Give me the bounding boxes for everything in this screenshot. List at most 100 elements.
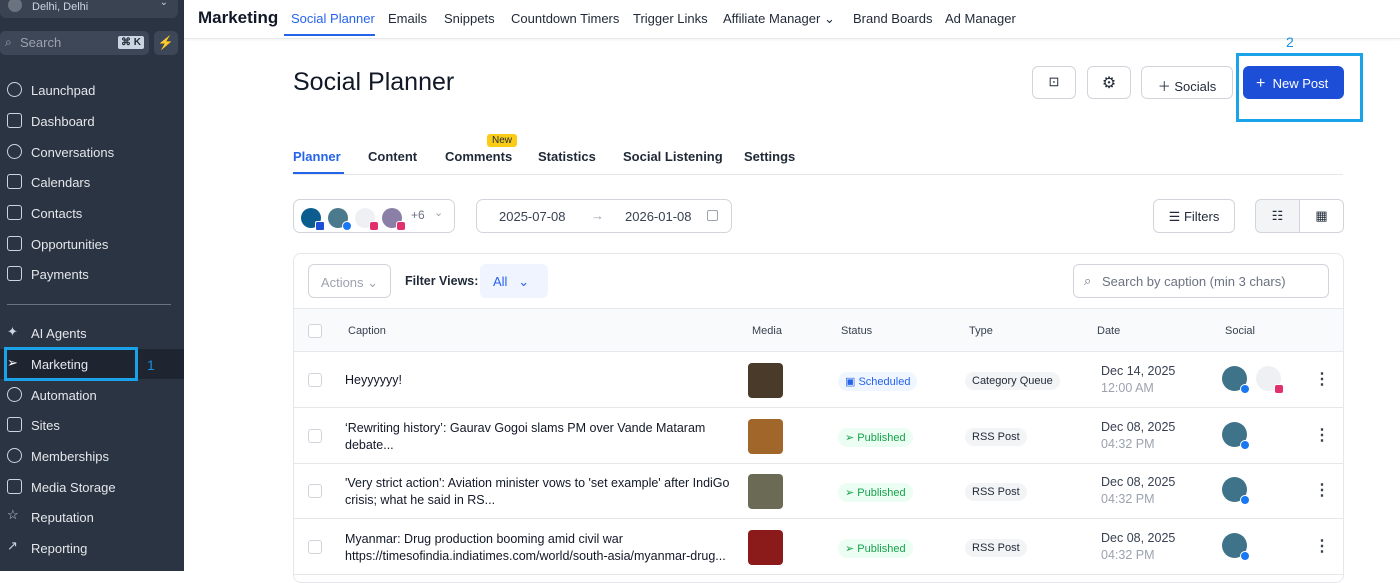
media-thumbnail[interactable]: [748, 418, 783, 454]
accounts-selector[interactable]: +6 ⌄: [293, 199, 455, 233]
list-view-toggle[interactable]: ☷: [1255, 199, 1300, 233]
post-caption[interactable]: ‘Rewriting history’: Gaurav Gogoi slams …: [345, 420, 730, 454]
search-input[interactable]: ⌕ Search ⌘ K: [0, 31, 149, 55]
more-options-icon[interactable]: ⋮: [1314, 480, 1330, 500]
filters-button[interactable]: ☰ Filters: [1153, 199, 1235, 233]
payments-icon: [7, 266, 22, 281]
sparkle-icon: ✦: [7, 324, 18, 339]
end-date[interactable]: 2026-01-08: [625, 209, 692, 224]
sidebar-item-memberships[interactable]: Memberships: [0, 441, 184, 471]
subtab-comments[interactable]: Comments: [445, 149, 512, 164]
sidebar-item-payments[interactable]: Payments: [0, 259, 184, 289]
header-social: Social: [1225, 325, 1255, 337]
plus-icon: ＋: [1157, 79, 1171, 94]
facebook-icon: [1240, 384, 1250, 394]
table-header: [294, 308, 1343, 352]
sidebar-divider: [7, 304, 171, 305]
sidebar-item-dashboard[interactable]: Dashboard: [0, 106, 184, 136]
settings-button[interactable]: ⚙: [1087, 66, 1131, 99]
dashboard-icon: [7, 113, 22, 128]
sidebar-item-conversations[interactable]: Conversations: [0, 137, 184, 167]
header-status: Status: [841, 325, 873, 337]
tab-countdown-timers[interactable]: Countdown Timers: [511, 11, 619, 26]
location-switcher[interactable]: Delhi, Delhi ⌄: [0, 0, 178, 18]
start-date[interactable]: 2025-07-08: [499, 209, 566, 224]
post-caption[interactable]: Heyyyyyy!: [345, 372, 730, 389]
media-thumbnail[interactable]: [748, 529, 783, 565]
tab-snippets[interactable]: Snippets: [444, 11, 495, 26]
tab-brand-boards[interactable]: Brand Boards: [853, 11, 933, 26]
facebook-icon: [342, 221, 352, 231]
calendar-view-toggle[interactable]: ▦: [1299, 199, 1344, 233]
chevron-down-icon: ⌄: [434, 207, 444, 219]
tab-social-planner[interactable]: Social Planner: [291, 11, 375, 26]
post-caption[interactable]: 'Very strict action': Aviation minister …: [345, 475, 730, 509]
tab-affiliate-manager[interactable]: Affiliate Manager ⌄: [723, 11, 835, 27]
instagram-icon: [396, 221, 406, 231]
chevron-down-icon: ⌄: [518, 274, 530, 289]
row-checkbox[interactable]: [308, 373, 322, 387]
actions-dropdown[interactable]: Actions ⌄: [308, 264, 391, 298]
sidebar-item-automation[interactable]: Automation: [0, 380, 184, 410]
tab-trigger-links[interactable]: Trigger Links: [633, 11, 708, 26]
social-account-avatar: [1222, 421, 1250, 450]
status-badge: ➢ Published: [838, 483, 913, 502]
chevron-down-icon: ⌄: [823, 11, 835, 26]
calendar-icon: [707, 210, 718, 221]
row-checkbox[interactable]: [308, 484, 322, 498]
caption-search-input[interactable]: ⌕ Search by caption (min 3 chars): [1073, 264, 1329, 298]
media-thumbnail[interactable]: [748, 363, 783, 398]
star-icon: ☆: [7, 507, 19, 522]
select-all-checkbox[interactable]: [308, 324, 322, 338]
media-thumbnail[interactable]: [748, 474, 783, 509]
table-row[interactable]: ‘Rewriting history’: Gaurav Gogoi slams …: [294, 409, 1343, 464]
sidebar-item-calendars[interactable]: Calendars: [0, 167, 184, 197]
subtab-content[interactable]: Content: [368, 149, 417, 164]
socials-button[interactable]: ＋ Socials: [1141, 66, 1233, 99]
post-caption[interactable]: Myanmar: Drug production booming amid ci…: [345, 531, 730, 565]
date-range-picker[interactable]: 2025-07-08 → 2026-01-08: [476, 199, 732, 233]
subtab-statistics[interactable]: Statistics: [538, 149, 596, 164]
sidebar-item-contacts[interactable]: Contacts: [0, 198, 184, 228]
social-account-avatar: [1256, 366, 1284, 394]
gmb-badge-icon: [315, 221, 325, 231]
search-icon: ⌕: [5, 35, 12, 49]
feedback-button[interactable]: ⊡: [1032, 66, 1076, 99]
table-row[interactable]: Myanmar: Drug production booming amid ci…: [294, 520, 1343, 575]
sidebar-item-ai-agents[interactable]: ✦ AI Agents: [0, 318, 184, 348]
filter-view-dropdown[interactable]: All ⌄: [480, 264, 548, 298]
table-row[interactable]: 'Very strict action': Aviation minister …: [294, 464, 1343, 519]
more-options-icon[interactable]: ⋮: [1314, 536, 1330, 556]
send-icon: ➢: [845, 542, 855, 555]
more-options-icon[interactable]: ⋮: [1314, 369, 1330, 389]
row-checkbox[interactable]: [308, 428, 322, 443]
tab-ad-manager[interactable]: Ad Manager: [945, 11, 1016, 26]
filter-views-label: Filter Views:: [405, 274, 479, 288]
subtab-settings[interactable]: Settings: [744, 149, 795, 164]
annotation-label-2: 2: [1286, 34, 1294, 50]
sidebar-item-launchpad[interactable]: Launchpad: [0, 75, 184, 105]
sidebar-item-opportunities[interactable]: Opportunities: [0, 229, 184, 259]
chevron-down-icon: ⌄: [367, 275, 379, 290]
feedback-icon: ⊡: [1048, 74, 1060, 89]
subtab-planner[interactable]: Planner: [293, 149, 341, 164]
annotation-label-1: 1: [147, 357, 155, 373]
row-checkbox[interactable]: [308, 539, 322, 554]
page-title: Social Planner: [293, 68, 455, 96]
sidebar-item-sites[interactable]: Sites: [0, 410, 184, 440]
calendar-icon: ▦: [1315, 208, 1328, 223]
subtab-divider: [293, 174, 1343, 175]
tab-emails[interactable]: Emails: [388, 11, 427, 26]
gear-icon: ⚙: [1101, 75, 1117, 92]
sidebar-item-reporting[interactable]: ↗ Reporting: [0, 533, 184, 563]
type-badge: RSS Post: [965, 427, 1027, 446]
opportunities-icon: [7, 236, 22, 251]
sidebar-item-media-storage[interactable]: Media Storage: [0, 472, 184, 502]
memberships-icon: [7, 448, 22, 463]
table-row[interactable]: Heyyyyyy! ▣ Scheduled Category Queue Dec…: [294, 353, 1343, 408]
sidebar-item-reputation[interactable]: ☆ Reputation: [0, 502, 184, 532]
subtab-social-listening[interactable]: Social Listening: [623, 149, 723, 164]
more-options-icon[interactable]: ⋮: [1314, 425, 1330, 445]
annotation-box-2: [1236, 53, 1363, 122]
quick-action-bolt-icon[interactable]: ⚡: [154, 31, 178, 55]
